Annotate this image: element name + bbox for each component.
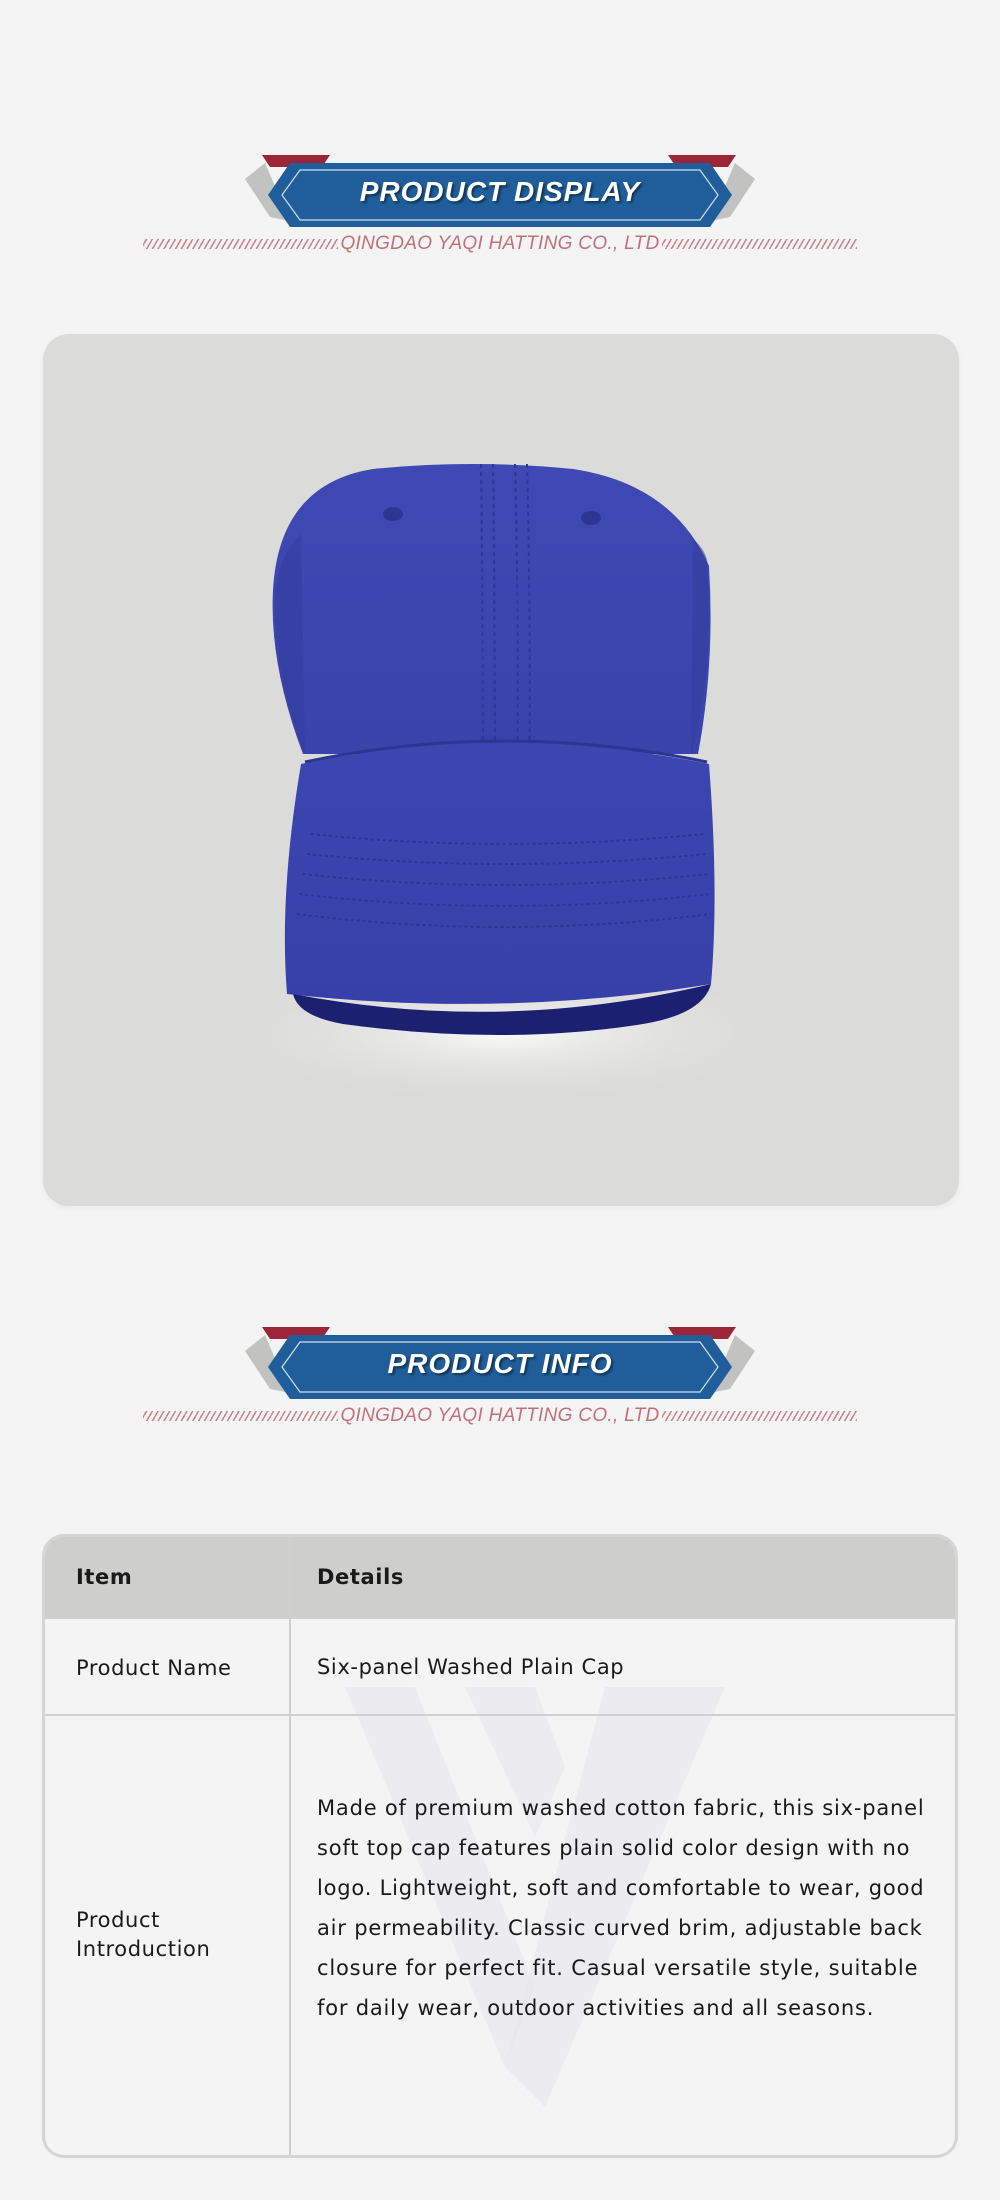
row-item-label: Product Name [76, 1656, 232, 1680]
decorative-hatch-right [662, 1411, 857, 1421]
product-photo [43, 334, 959, 1206]
subtitle-row: QINGDAO YAQI HATTING CO., LTD [0, 1404, 1000, 1428]
product-info-header: PRODUCT INFO QINGDAO YAQI HATTING CO., L… [0, 1327, 1000, 1457]
cap-illustration [203, 463, 803, 1104]
row-details-value: Six-panel Washed Plain Cap [317, 1655, 625, 1679]
row-item-label: Product Introduction [76, 1908, 211, 1961]
product-info-table: Item Details Product Name Six-panel Wash… [42, 1534, 958, 2158]
column-divider [289, 1619, 291, 1714]
decorative-hatch-right [662, 239, 857, 249]
column-divider [289, 1716, 291, 2155]
row-details-value: Made of premium washed cotton fabric, th… [317, 1796, 925, 2020]
subtitle-row: QINGDAO YAQI HATTING CO., LTD [0, 232, 1000, 256]
column-divider [289, 1537, 291, 1617]
table-row: Product Introduction Made of premium was… [45, 1716, 955, 2155]
header-details: Details [317, 1565, 404, 1589]
header-item: Item [76, 1565, 133, 1589]
table-row: Product Name Six-panel Washed Plain Cap [45, 1617, 955, 1716]
table-header-row: Item Details [45, 1537, 955, 1617]
section-title: PRODUCT DISPLAY [359, 176, 641, 207]
section-title: PRODUCT INFO [387, 1348, 613, 1379]
product-display-header: PRODUCT DISPLAY QINGDAO YAQI HATTING CO.… [0, 155, 1000, 285]
